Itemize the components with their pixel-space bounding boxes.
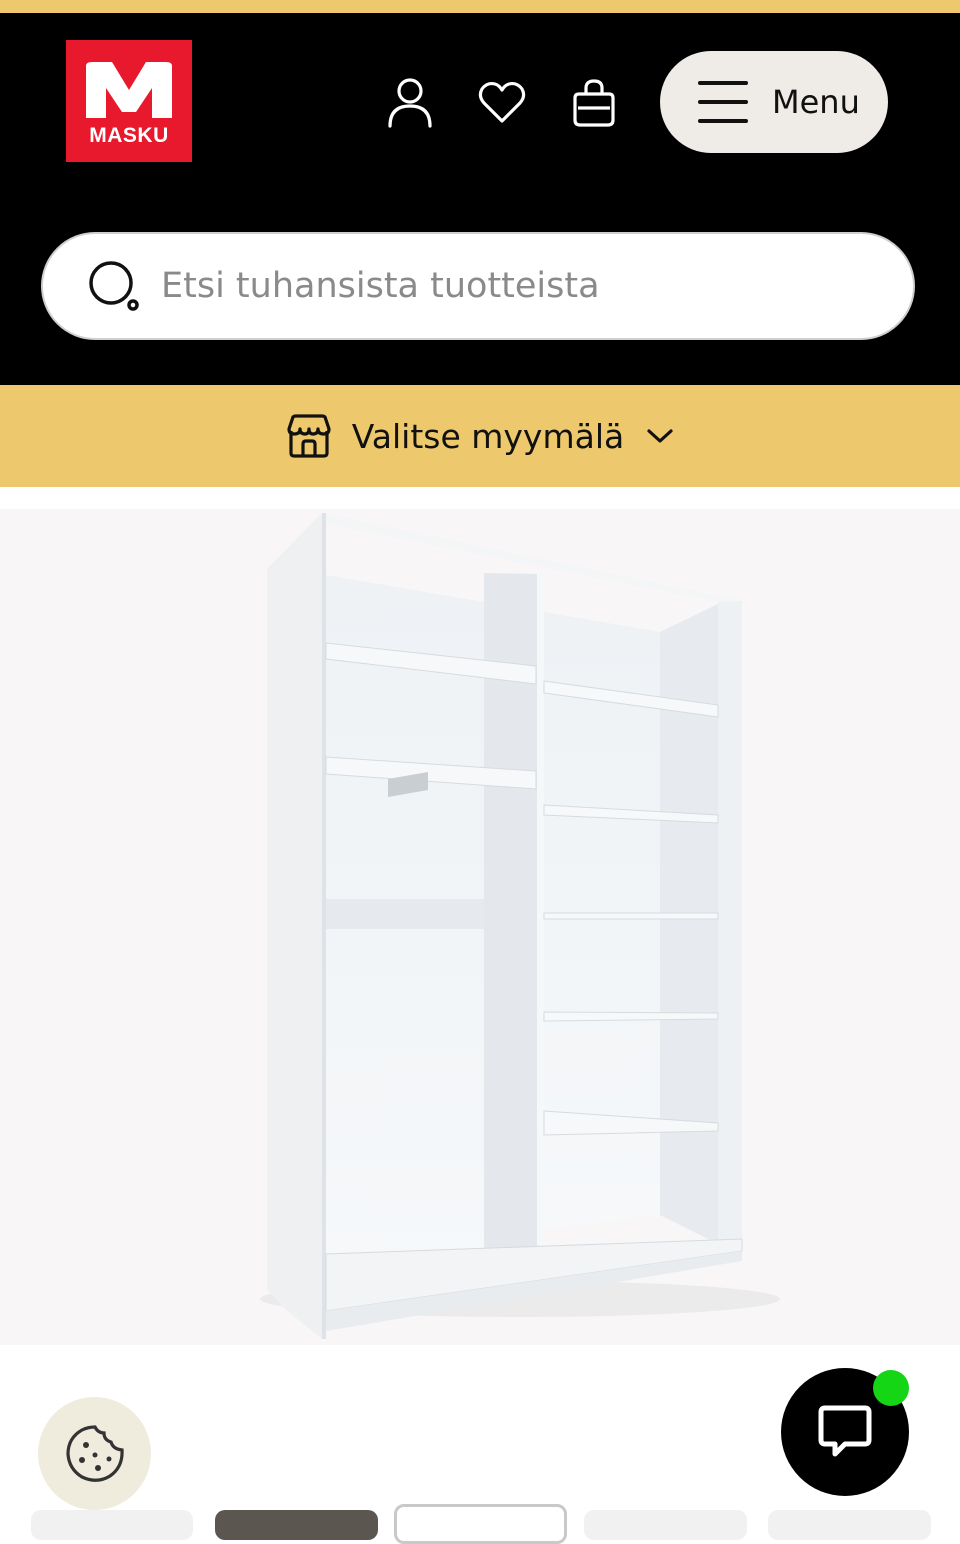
chat-button[interactable] [781,1368,909,1496]
menu-button-label: Menu [772,83,860,121]
store-icon [287,414,331,458]
logo-wordmark: MASKU [89,124,169,147]
top-accent-strip [0,0,960,13]
thumbnail-3-selected[interactable] [394,1504,567,1544]
thumbnail-5[interactable] [768,1510,931,1540]
wardrobe-illustration [260,513,780,1339]
thumbnail-2[interactable] [215,1510,378,1540]
product-image[interactable] [0,509,960,1345]
masku-logo[interactable]: MASKU [66,40,192,162]
online-status-indicator [873,1370,909,1406]
cart-button[interactable] [566,75,622,131]
thumbnail-1[interactable] [31,1510,193,1540]
cookie-icon [65,1424,124,1482]
chat-bubble-icon [818,1405,872,1457]
search-input[interactable] [159,265,843,307]
store-selector-label: Valitse myymälä [351,416,625,456]
shopping-bag-icon [573,79,615,127]
cookie-settings-button[interactable] [38,1397,151,1510]
search-icon [89,261,139,311]
thumbnail-4[interactable] [584,1510,747,1540]
product-thumbnails [0,1504,960,1544]
chevron-down-icon [647,429,673,443]
favorites-button[interactable] [474,75,530,131]
user-icon [388,78,432,128]
site-header: MASKU Menu [0,13,960,385]
hamburger-icon [698,81,748,123]
heart-icon [478,81,526,123]
menu-button[interactable]: Menu [660,51,888,153]
masku-m-logo-icon [86,62,172,118]
search-bar[interactable] [41,232,915,340]
store-selector[interactable]: Valitse myymälä [0,385,960,487]
account-button[interactable] [382,75,438,131]
